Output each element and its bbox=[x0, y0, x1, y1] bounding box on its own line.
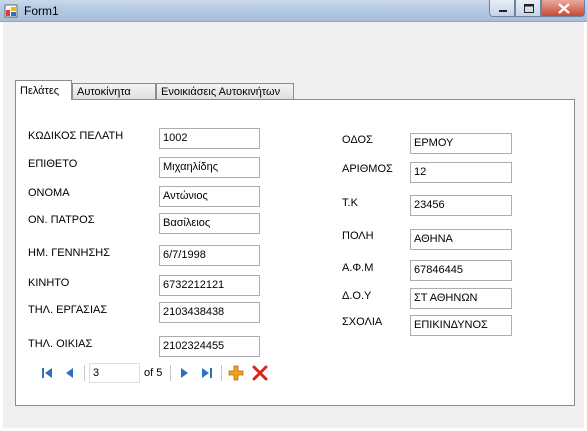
birth-date-field[interactable]: 6/7/1998 bbox=[159, 245, 260, 266]
city-field[interactable]: ΑΘΗΝΑ bbox=[410, 229, 512, 250]
maximize-icon bbox=[524, 4, 534, 13]
label-surname: ΕΠΙΘΕΤΟ bbox=[28, 158, 78, 170]
toolbar-separator bbox=[221, 365, 222, 381]
app-icon bbox=[4, 4, 18, 18]
street-field[interactable]: ΕΡΜΟΥ bbox=[410, 133, 512, 154]
label-street: ΟΔΟΣ bbox=[342, 134, 373, 146]
label-comments: ΣΧΟΛΙΑ bbox=[342, 316, 383, 328]
position-field[interactable]: 3 bbox=[89, 363, 140, 383]
first-name-field[interactable]: Αντώνιος bbox=[159, 186, 260, 207]
label-tax-office: Δ.Ο.Υ bbox=[342, 290, 372, 302]
tab-autokinita[interactable]: Αυτοκίνητα bbox=[72, 83, 156, 100]
label-postal-code: Τ.Κ bbox=[342, 197, 358, 209]
father-name-field[interactable]: Βασίλειος bbox=[159, 213, 260, 234]
binding-navigator: 3 of 5 bbox=[30, 361, 275, 385]
toolbar-separator bbox=[170, 365, 171, 381]
label-work-phone: ΤΗΛ. ΕΡΓΑΣΙΑΣ bbox=[28, 304, 108, 316]
close-icon bbox=[558, 3, 570, 14]
label-city: ΠΟΛΗ bbox=[342, 230, 374, 242]
postal-code-field[interactable]: 23456 bbox=[410, 195, 512, 216]
mobile-field[interactable]: 6732212121 bbox=[159, 275, 260, 296]
street-number-field[interactable]: 12 bbox=[410, 162, 512, 183]
surname-field[interactable]: Μιχαηλίδης bbox=[159, 157, 260, 178]
move-first-icon[interactable] bbox=[38, 364, 56, 382]
tax-id-field[interactable]: 67846445 bbox=[410, 260, 512, 281]
close-button[interactable] bbox=[541, 0, 585, 17]
label-birth-date: ΗΜ. ΓΕΝΝΗΣΗΣ bbox=[28, 247, 110, 259]
customer-code-field[interactable]: 1002 bbox=[159, 128, 260, 149]
label-father-name: ΟΝ. ΠΑΤΡΟΣ bbox=[28, 214, 95, 226]
label-first-name: ΟΝΟΜΑ bbox=[28, 187, 70, 199]
comments-field[interactable]: ΕΠΙΚΙΝΔΥΝΟΣ bbox=[410, 315, 512, 336]
work-phone-field[interactable]: 2103438438 bbox=[159, 302, 260, 323]
move-last-icon[interactable] bbox=[198, 364, 216, 382]
add-new-icon[interactable] bbox=[227, 364, 245, 382]
move-previous-icon[interactable] bbox=[61, 364, 79, 382]
window-titlebar: Form1 bbox=[0, 0, 587, 22]
minimize-button[interactable] bbox=[489, 0, 515, 17]
maximize-button[interactable] bbox=[515, 0, 541, 17]
home-phone-field[interactable]: 2102324455 bbox=[159, 336, 260, 357]
toolbar-separator bbox=[84, 365, 85, 381]
label-customer-code: ΚΩΔΙΚΟΣ ΠΕΛΑΤΗ bbox=[28, 130, 124, 142]
tab-pelates[interactable]: Πελάτες bbox=[15, 80, 72, 100]
tax-office-field[interactable]: ΣΤ ΑΘΗΝΩΝ bbox=[410, 288, 512, 309]
delete-icon[interactable] bbox=[251, 364, 269, 382]
label-home-phone: ΤΗΛ. ΟΙΚΙΑΣ bbox=[28, 338, 93, 350]
label-tax-id: Α.Φ.Μ bbox=[342, 262, 374, 274]
label-street-number: ΑΡΙΘΜΟΣ bbox=[342, 163, 393, 175]
label-mobile: ΚΙΝΗΤΟ bbox=[28, 277, 70, 289]
window-title: Form1 bbox=[24, 4, 59, 18]
tab-enoikiaseis[interactable]: Ενοικιάσεις Αυτοκινήτων bbox=[156, 83, 294, 100]
record-count-label: of 5 bbox=[144, 367, 163, 379]
move-next-icon[interactable] bbox=[175, 364, 193, 382]
minimize-icon bbox=[499, 10, 507, 12]
